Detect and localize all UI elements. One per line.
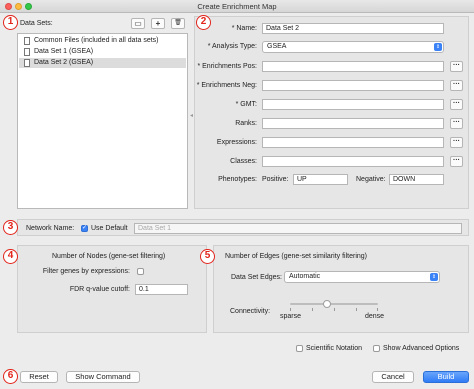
more-icon: ···: [453, 119, 460, 126]
annotation-marker-6: 6: [3, 369, 18, 384]
edges-section-title: Number of Edges (gene-set similarity fil…: [225, 253, 367, 260]
more-icon: ···: [453, 62, 460, 69]
list-item-data-set-2[interactable]: Data Set 2 (GSEA): [19, 58, 186, 68]
show-command-button[interactable]: Show Command: [66, 371, 140, 383]
gmt-browse-button[interactable]: ···: [450, 99, 463, 110]
enrichments-pos-label: * Enrichments Pos:: [197, 63, 257, 70]
folder-icon: ▭: [134, 19, 142, 28]
negative-phenotype-field[interactable]: DOWN: [389, 174, 444, 185]
scientific-notation-label: Scientific Notation: [306, 345, 363, 352]
analysis-type-value: GSEA: [267, 43, 287, 50]
data-set-edges-label: Data Set Edges:: [231, 274, 282, 281]
slider-knob[interactable]: [322, 300, 331, 308]
positive-phenotype-field[interactable]: UP: [293, 174, 348, 185]
slider-tick: [377, 308, 378, 311]
list-item-label: Common Files (included in all data sets): [34, 37, 159, 44]
delete-data-set-button[interactable]: 🗑: [171, 18, 185, 29]
connectivity-label: Connectivity:: [230, 308, 271, 315]
document-icon: [24, 59, 30, 67]
more-icon: ···: [453, 100, 460, 107]
build-button[interactable]: Build: [423, 371, 469, 383]
classes-browse-button[interactable]: ···: [450, 156, 463, 167]
gmt-label: * GMT:: [235, 101, 257, 108]
enrichments-pos-browse-button[interactable]: ···: [450, 61, 463, 72]
window-title: Create Enrichment Map: [197, 2, 277, 11]
gmt-field[interactable]: [262, 99, 444, 110]
filter-genes-checkbox[interactable]: [137, 268, 144, 275]
number-of-nodes-panel: Number of Nodes (gene-set filtering) Fil…: [17, 245, 207, 333]
more-icon: ···: [453, 157, 460, 164]
ranks-label: Ranks:: [235, 120, 257, 127]
sparse-label: sparse: [280, 313, 302, 320]
annotation-marker-2: 2: [196, 15, 211, 30]
open-folder-button[interactable]: ▭: [131, 18, 145, 29]
trash-icon: 🗑: [174, 20, 182, 26]
use-default-checkbox[interactable]: ✓: [81, 225, 88, 232]
slider-track: [290, 303, 378, 305]
network-name-field[interactable]: Data Set 1: [134, 223, 462, 234]
enrichments-neg-label: * Enrichments Neg:: [196, 82, 257, 89]
show-advanced-options-label: Show Advanced Options: [383, 345, 460, 352]
list-item-label: Data Set 1 (GSEA): [34, 48, 94, 55]
document-icon: [24, 48, 30, 56]
data-set-edges-value: Automatic: [289, 273, 321, 280]
list-item-common-files[interactable]: Common Files (included in all data sets): [19, 36, 186, 46]
slider-tick: [290, 308, 291, 311]
fdr-cutoff-field[interactable]: 0.1: [135, 284, 188, 295]
document-icon: [24, 37, 30, 45]
annotation-marker-3: 3: [3, 220, 18, 235]
enrichments-pos-field[interactable]: [262, 61, 444, 72]
fdr-cutoff-label: FDR q-value cutoff:: [69, 286, 130, 293]
dense-label: dense: [365, 313, 385, 320]
classes-field[interactable]: [262, 156, 444, 167]
classes-label: Classes:: [230, 158, 257, 165]
name-field[interactable]: Data Set 2: [262, 23, 444, 34]
add-data-set-button[interactable]: +: [151, 18, 165, 29]
data-sets-label: Data Sets:: [20, 20, 53, 27]
number-of-edges-panel: Number of Edges (gene-set similarity fil…: [213, 245, 469, 333]
network-name-label: Network Name:: [26, 225, 75, 232]
reset-button[interactable]: Reset: [20, 371, 58, 383]
data-set-form-panel: * Name: Data Set 2 * Analysis Type: GSEA…: [194, 16, 469, 209]
network-name-panel: Network Name: ✓ Use Default Data Set 1: [17, 219, 469, 236]
annotation-marker-5: 5: [200, 249, 215, 264]
phenotypes-label: Phenotypes:: [218, 176, 257, 183]
expressions-field[interactable]: [262, 137, 444, 148]
slider-tick: [334, 308, 335, 311]
list-item-label: Data Set 2 (GSEA): [34, 59, 94, 66]
cancel-button[interactable]: Cancel: [372, 371, 414, 383]
checkmark-icon: ✓: [82, 225, 88, 231]
annotation-marker-4: 4: [3, 249, 18, 264]
enrichments-neg-browse-button[interactable]: ···: [450, 80, 463, 91]
ranks-browse-button[interactable]: ···: [450, 118, 463, 129]
nodes-section-title: Number of Nodes (gene-set filtering): [52, 253, 166, 260]
data-set-edges-select[interactable]: Automatic ⇕: [284, 271, 440, 283]
chevron-up-down-icon: ⇕: [430, 273, 438, 281]
filter-genes-label: Filter genes by expressions:: [42, 268, 130, 275]
analysis-type-select[interactable]: GSEA ⇕: [262, 41, 444, 53]
more-icon: ···: [453, 81, 460, 88]
plus-icon: +: [155, 19, 161, 28]
show-advanced-options-checkbox[interactable]: [373, 345, 380, 352]
scientific-notation-checkbox[interactable]: [296, 345, 303, 352]
chevron-up-down-icon: ⇕: [434, 43, 442, 51]
analysis-type-label: * Analysis Type:: [207, 43, 257, 50]
positive-label: Positive:: [262, 176, 289, 183]
window-titlebar: Create Enrichment Map: [0, 0, 474, 13]
expressions-label: Expressions:: [216, 139, 257, 146]
negative-label: Negative:: [356, 176, 386, 183]
ranks-field[interactable]: [262, 118, 444, 129]
list-item-data-set-1[interactable]: Data Set 1 (GSEA): [19, 47, 186, 57]
annotation-marker-1: 1: [3, 15, 18, 30]
use-default-label: Use Default: [91, 225, 128, 232]
data-sets-list[interactable]: Common Files (included in all data sets)…: [17, 33, 188, 209]
enrichments-neg-field[interactable]: [262, 80, 444, 91]
more-icon: ···: [453, 138, 460, 145]
slider-tick: [312, 308, 313, 311]
slider-tick: [356, 308, 357, 311]
expressions-browse-button[interactable]: ···: [450, 137, 463, 148]
split-pane-handle[interactable]: ◂: [190, 112, 193, 119]
